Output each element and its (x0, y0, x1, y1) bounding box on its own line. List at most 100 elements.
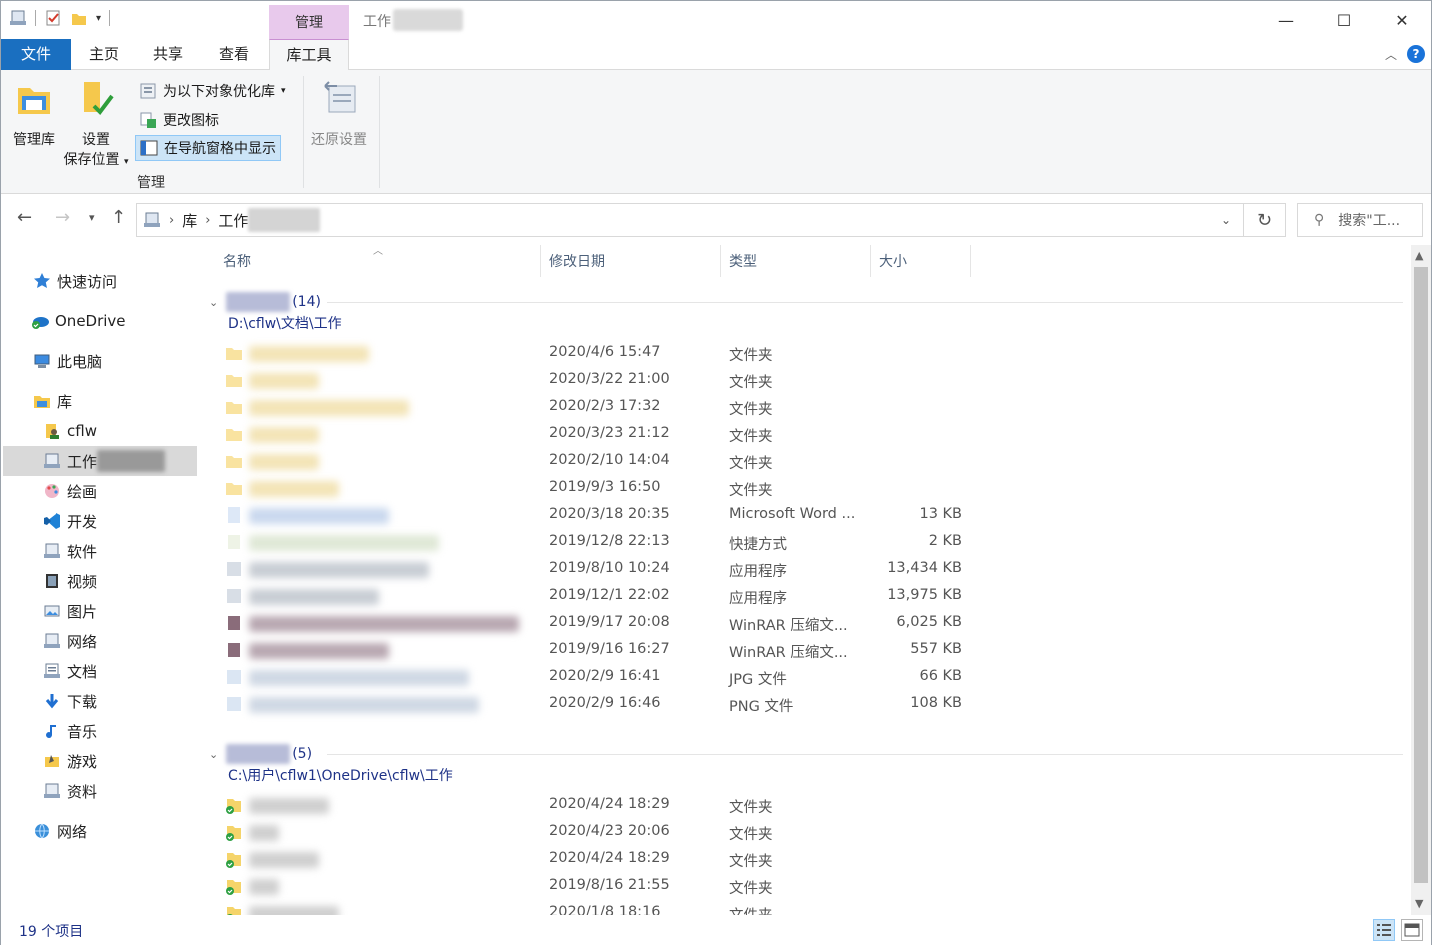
image-file-icon (227, 670, 241, 684)
search-box[interactable]: ⚲ 搜索"工... (1297, 203, 1423, 237)
show-in-nav-pane-button[interactable]: 在导航窗格中显示 (135, 135, 281, 161)
file-type: 文件夹 (729, 456, 773, 472)
tab-library-tools[interactable]: 库工具 (269, 39, 349, 71)
library-icon (43, 632, 61, 650)
group-header[interactable]: ⌄ (5) (209, 743, 312, 765)
nav-library-documents[interactable]: 文档 (43, 656, 97, 686)
file-row[interactable]: 2019/12/1 22:02 应用程序 13,975 KB (225, 583, 975, 610)
close-button[interactable]: ✕ (1373, 1, 1431, 39)
nav-quick-access[interactable]: 快速访问 (33, 266, 117, 296)
file-row[interactable]: 2020/2/10 14:04 文件夹 (225, 448, 975, 475)
forward-arrow-icon[interactable]: → (55, 207, 70, 228)
file-name-redacted (249, 879, 279, 895)
file-row[interactable]: 2020/4/24 18:29 文件夹 (225, 846, 975, 873)
tab-home[interactable]: 主页 (73, 39, 135, 70)
set-save-location-button[interactable]: 设置 保存位置 ▾ (61, 76, 131, 172)
vertical-scrollbar[interactable]: ▲ ▼ (1411, 245, 1431, 915)
nav-library-cflw[interactable]: cflw (43, 416, 97, 446)
nav-item-label: 图片 (67, 602, 98, 621)
file-row[interactable]: 2020/1/8 18:16 文件夹 (225, 900, 975, 915)
file-row[interactable]: 2020/3/18 20:35 Microsoft Word ... 13 KB (225, 502, 975, 529)
nav-library-music[interactable]: 音乐 (43, 716, 97, 746)
refresh-icon[interactable]: ↻ (1244, 203, 1286, 237)
large-icons-view-icon[interactable] (1401, 919, 1423, 941)
maximize-button[interactable]: ☐ (1315, 1, 1373, 39)
nav-library-network[interactable]: 网络 (43, 626, 97, 656)
nav-library-videos[interactable]: 视频 (43, 566, 97, 596)
file-row[interactable]: 2020/4/24 18:29 文件夹 (225, 792, 975, 819)
new-folder-icon[interactable] (70, 9, 88, 27)
file-row[interactable]: 2019/12/8 22:13 快捷方式 2 KB (225, 529, 975, 556)
nav-library-pictures[interactable]: 图片 (43, 596, 97, 626)
nav-item-label: 开发 (67, 512, 98, 531)
nav-onedrive[interactable]: OneDrive (31, 306, 126, 336)
file-name-redacted (249, 535, 439, 551)
group-separator (303, 76, 304, 188)
file-size: 6,025 KB (896, 614, 962, 630)
tab-file[interactable]: 文件 (1, 39, 71, 70)
chevron-down-icon[interactable]: ⌄ (209, 296, 218, 309)
nav-library-work[interactable]: 工作 (3, 446, 197, 476)
file-row[interactable]: 2019/9/3 16:50 文件夹 (225, 475, 975, 502)
nav-library-downloads[interactable]: 下载 (43, 686, 97, 716)
properties-icon[interactable] (44, 9, 62, 27)
search-input[interactable]: 搜索"工... (1338, 210, 1400, 230)
manage-library-button[interactable]: 管理库 (7, 76, 61, 150)
file-row[interactable]: 2019/9/16 16:27 WinRAR 压缩文... 557 KB (225, 637, 975, 664)
restore-settings-button[interactable]: 还原设置 (307, 76, 371, 150)
file-row[interactable]: 2020/3/23 21:12 文件夹 (225, 421, 975, 448)
ribbon-tabs: 文件 主页 共享 查看 库工具 (1, 39, 1431, 71)
column-header-date[interactable]: 修改日期 (541, 245, 721, 277)
collapse-ribbon-icon[interactable]: ︿ (1385, 46, 1397, 63)
address-dropdown-icon[interactable]: ⌄ (1221, 213, 1231, 227)
nav-this-pc[interactable]: 此电脑 (33, 346, 102, 376)
image-file-icon (227, 697, 241, 711)
nav-item-label: 此电脑 (57, 352, 103, 371)
library-icon (10, 10, 26, 25)
nav-library-materials[interactable]: 资料 (43, 776, 97, 806)
chevron-down-icon[interactable]: ⌄ (209, 748, 218, 761)
help-icon[interactable]: ? (1407, 45, 1425, 63)
optimize-library-button[interactable]: 为以下对象优化库 ▾ (135, 78, 290, 104)
minimize-button[interactable]: — (1257, 1, 1315, 39)
scrollbar-thumb[interactable] (1414, 267, 1428, 883)
file-name-redacted (249, 906, 339, 915)
group-manage-label: 管理 (137, 175, 165, 191)
nav-library-dev[interactable]: 开发 (43, 506, 97, 536)
customize-qat-icon[interactable]: ▾ (96, 13, 101, 24)
manage-library-icon (18, 88, 50, 114)
column-header-name[interactable]: 名称 ︿ (215, 245, 541, 277)
nav-library-paint[interactable]: 绘画 (43, 476, 97, 506)
file-row[interactable]: 2020/4/6 15:47 文件夹 (225, 340, 975, 367)
scroll-down-icon[interactable]: ▼ (1415, 897, 1423, 910)
nav-libraries[interactable]: 库 (33, 386, 72, 416)
nav-library-games[interactable]: 游戏 (43, 746, 97, 776)
nav-network[interactable]: 网络 (33, 816, 87, 846)
breadcrumb-work[interactable]: 工作 (218, 210, 248, 231)
column-header-size[interactable]: 大小 (871, 245, 971, 277)
column-header-type[interactable]: 类型 (721, 245, 871, 277)
file-row[interactable]: 2019/8/10 10:24 应用程序 13,434 KB (225, 556, 975, 583)
scroll-up-icon[interactable]: ▲ (1415, 249, 1423, 262)
tab-share[interactable]: 共享 (137, 39, 199, 70)
file-type: 文件夹 (729, 881, 773, 897)
recent-locations-icon[interactable]: ▾ (89, 211, 95, 224)
breadcrumb-library[interactable]: 库 (182, 210, 197, 231)
up-arrow-icon[interactable]: ↑ (111, 207, 126, 228)
back-arrow-icon[interactable]: ← (17, 207, 32, 228)
file-row[interactable]: 2020/4/23 20:06 文件夹 (225, 819, 975, 846)
file-row[interactable]: 2020/2/9 16:46 PNG 文件 108 KB (225, 691, 975, 718)
address-bar[interactable]: › 库 › 工作 ⌄ (136, 203, 1244, 237)
file-row[interactable]: 2020/3/22 21:00 文件夹 (225, 367, 975, 394)
file-name-redacted (249, 346, 369, 362)
file-row[interactable]: 2019/8/16 21:55 文件夹 (225, 873, 975, 900)
file-date: 2020/2/10 14:04 (549, 452, 670, 468)
group-header[interactable]: ⌄ (14) (209, 291, 321, 313)
details-view-icon[interactable] (1373, 919, 1395, 941)
change-icon-button[interactable]: 更改图标 (135, 107, 223, 133)
file-row[interactable]: 2019/9/17 20:08 WinRAR 压缩文... 6,025 KB (225, 610, 975, 637)
nav-library-software[interactable]: 软件 (43, 536, 97, 566)
file-row[interactable]: 2020/2/3 17:32 文件夹 (225, 394, 975, 421)
tab-view[interactable]: 查看 (201, 39, 267, 70)
file-row[interactable]: 2020/2/9 16:41 JPG 文件 66 KB (225, 664, 975, 691)
